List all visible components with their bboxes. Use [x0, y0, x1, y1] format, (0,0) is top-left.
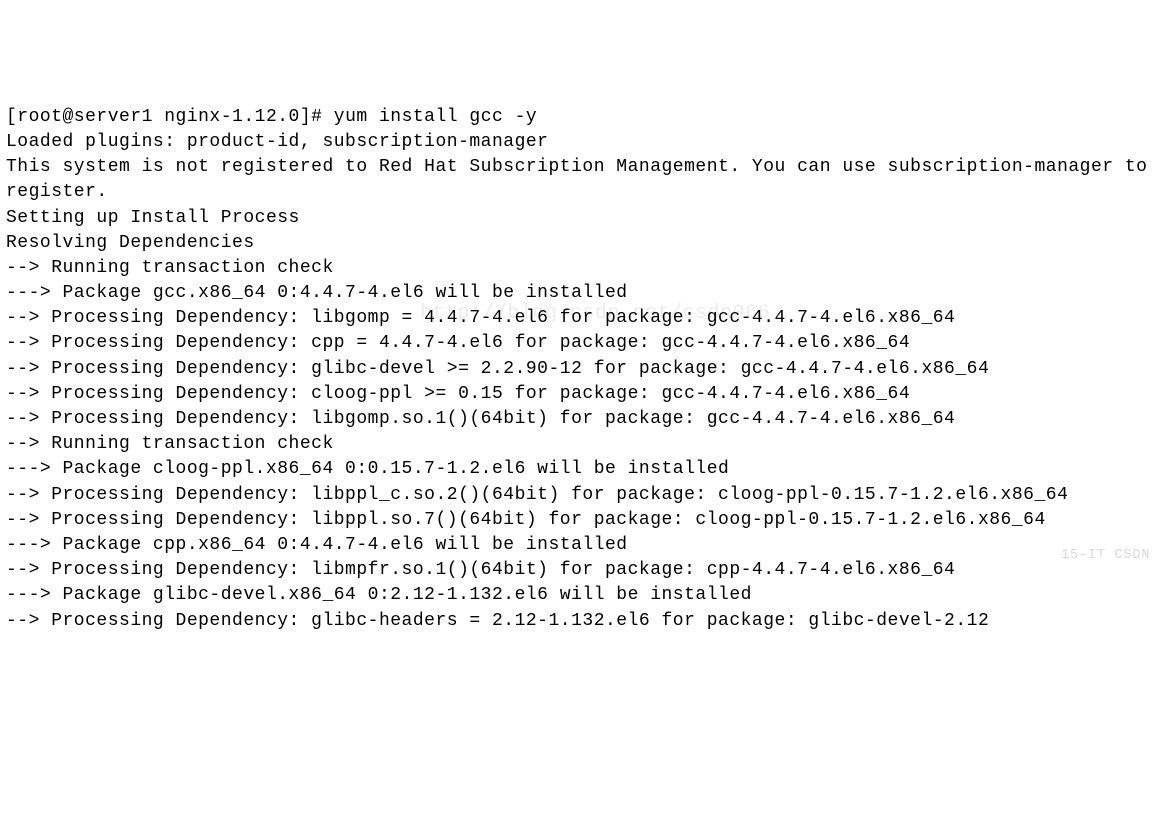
output-line: --> Processing Dependency: libppl_c.so.2… — [6, 485, 1068, 505]
output-line: --> Processing Dependency: glibc-devel >… — [6, 359, 989, 379]
terminal-output[interactable]: [root@server1 nginx-1.12.0]# yum install… — [6, 105, 1154, 634]
output-line: ---> Package glibc-devel.x86_64 0:2.12-1… — [6, 585, 752, 605]
output-line: Resolving Dependencies — [6, 233, 255, 253]
output-line: --> Processing Dependency: libmpfr.so.1(… — [6, 560, 955, 580]
output-line: --> Running transaction check — [6, 434, 334, 454]
output-line: --> Processing Dependency: libppl.so.7()… — [6, 510, 1046, 530]
output-line: Loaded plugins: product-id, subscription… — [6, 132, 548, 152]
output-line: --> Processing Dependency: libgomp.so.1(… — [6, 409, 955, 429]
output-line: --> Processing Dependency: glibc-headers… — [6, 611, 989, 631]
output-line: --> Processing Dependency: cpp = 4.4.7-4… — [6, 333, 910, 353]
shell-prompt: [root@server1 nginx-1.12.0]# — [6, 107, 334, 127]
output-line: ---> Package cpp.x86_64 0:4.4.7-4.el6 wi… — [6, 535, 628, 555]
shell-command: yum install gcc -y — [334, 107, 537, 127]
output-line: ---> Package gcc.x86_64 0:4.4.7-4.el6 wi… — [6, 283, 628, 303]
output-line: ---> Package cloog-ppl.x86_64 0:0.15.7-1… — [6, 459, 729, 479]
output-line: --> Processing Dependency: libgomp = 4.4… — [6, 308, 955, 328]
output-line: --> Processing Dependency: cloog-ppl >= … — [6, 384, 910, 404]
output-line: --> Running transaction check — [6, 258, 334, 278]
output-line: Setting up Install Process — [6, 208, 300, 228]
output-line: This system is not registered to Red Hat… — [6, 157, 1159, 202]
